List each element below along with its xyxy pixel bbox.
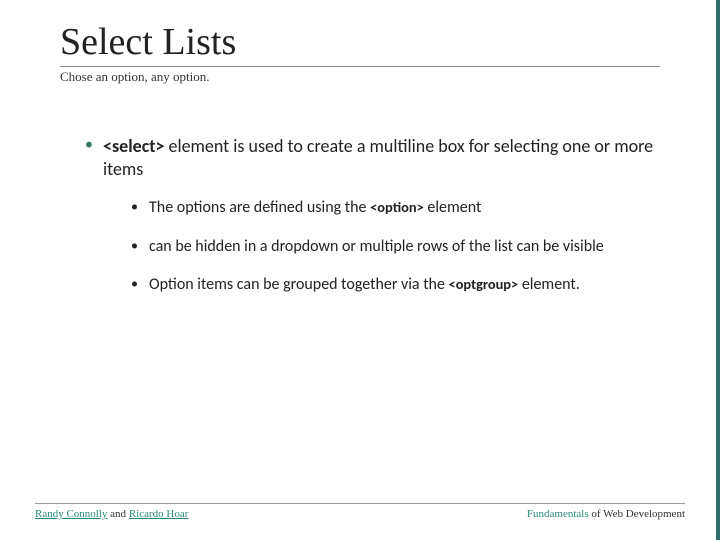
sub1-c: element (424, 198, 482, 217)
main-bullet-1-text: element is used to create a multiline bo… (103, 135, 653, 180)
sub1-a: The options are defined using the (149, 198, 370, 217)
book-title-b: of Web Development (589, 508, 685, 520)
sub3-a: Option items can be grouped together via… (149, 275, 449, 294)
slide-title: Select Lists (60, 20, 660, 67)
book-title-a: Fundamentals (527, 508, 589, 520)
sub-bullet-3: Option items can be grouped together via… (131, 275, 660, 296)
slide-content: Select Lists Chose an option, any option… (0, 0, 720, 296)
code-optgroup: <optgroup> (449, 275, 519, 293)
footer-left: Randy Connolly and Ricardo Hoar (35, 508, 188, 520)
main-bullet-list: <select> element is used to create a mul… (60, 135, 660, 296)
sub3-c: element. (518, 275, 580, 294)
right-accent-bar (716, 0, 720, 540)
author-2: Ricardo Hoar (129, 508, 189, 520)
slide-subtitle: Chose an option, any option. (60, 69, 660, 85)
sub-bullet-1: The options are defined using the <optio… (131, 198, 660, 219)
sub-bullet-2: can be hidden in a dropdown or multiple … (131, 237, 660, 258)
code-select: <select> (103, 135, 164, 157)
footer-right: Fundamentals of Web Development (527, 508, 685, 520)
sub-bullet-list: The options are defined using the <optio… (103, 198, 660, 296)
slide-footer: Randy Connolly and Ricardo Hoar Fundamen… (35, 503, 685, 520)
main-bullet-1: <select> element is used to create a mul… (85, 135, 660, 296)
code-option: <option> (370, 198, 424, 216)
author-1: Randy Connolly (35, 508, 107, 520)
footer-and: and (107, 508, 128, 520)
